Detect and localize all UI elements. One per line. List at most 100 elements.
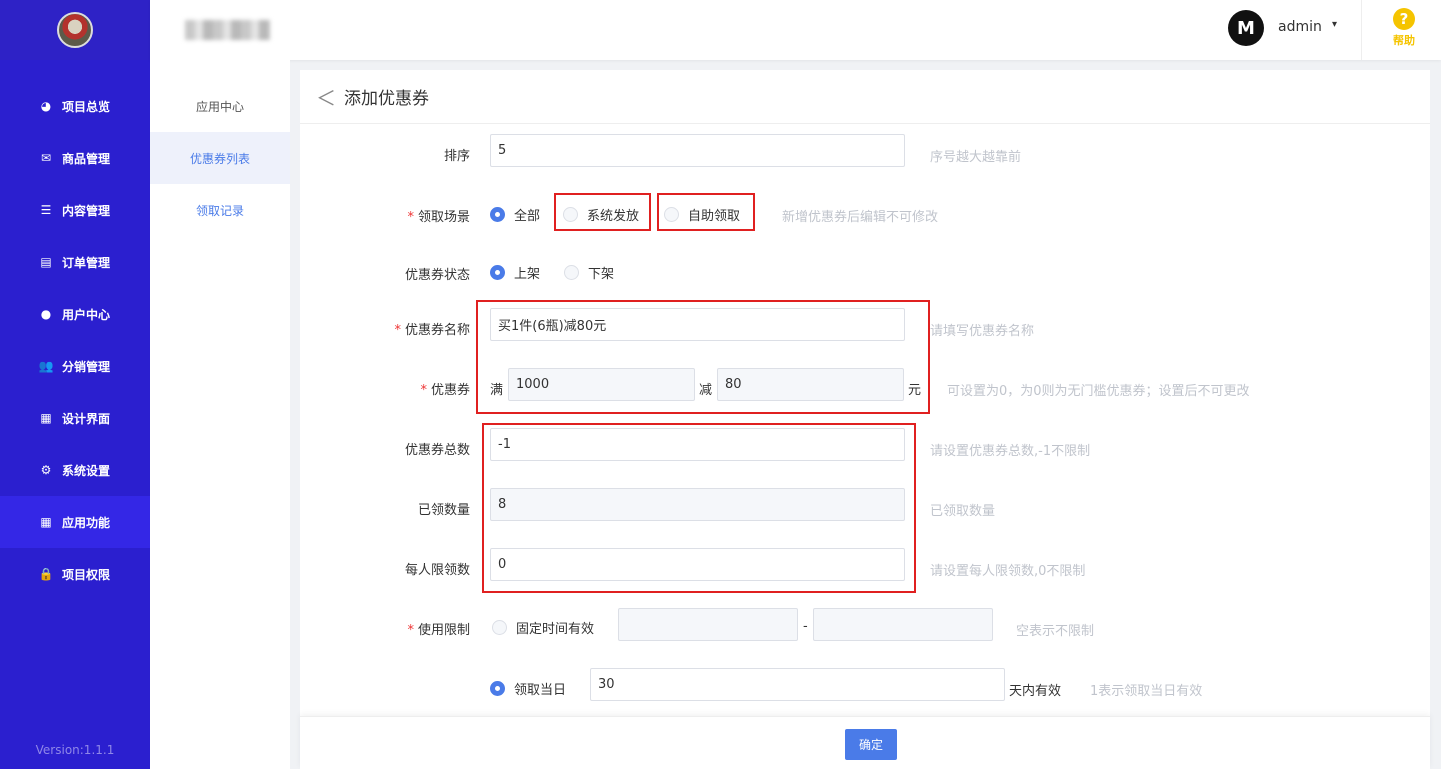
scene-radio-all[interactable]: 全部 xyxy=(490,205,540,224)
name-hint: 请填写优惠券名称 xyxy=(930,324,1035,339)
list-icon: ☰ xyxy=(40,203,52,217)
required-mark: * xyxy=(420,383,427,398)
sidebar-item-label: 项目总览 xyxy=(62,99,111,114)
scene-radio-system[interactable]: 系统发放 xyxy=(563,205,639,224)
sidebar-item-label: 设计界面 xyxy=(62,411,111,426)
logo-area xyxy=(0,0,150,60)
help-label: 帮助 xyxy=(1393,34,1415,47)
panel-header: ＜ 添加优惠券 xyxy=(300,70,1430,124)
radio-unchecked-icon xyxy=(664,207,679,222)
range-separator: - xyxy=(803,619,808,634)
page-title: 添加优惠券 xyxy=(344,89,429,109)
logo[interactable] xyxy=(57,12,93,48)
radio-checked-icon xyxy=(490,681,505,696)
received-label: 已领数量 xyxy=(417,503,470,518)
submenu-item-coupon-list[interactable]: 优惠券列表 xyxy=(150,132,290,184)
radio-label: 系统发放 xyxy=(587,209,640,224)
usage-radio-fixed[interactable]: 固定时间有效 xyxy=(492,618,594,637)
radio-unchecked-icon xyxy=(564,265,579,280)
required-mark: * xyxy=(394,323,401,338)
sidebar-item-design[interactable]: ▦ 设计界面 xyxy=(0,392,150,444)
per-person-label: 每人限领数 xyxy=(404,563,470,578)
sort-input[interactable]: 5 xyxy=(490,134,905,167)
version-label: Version:1.1.1 xyxy=(35,743,115,757)
per-person-hint: 请设置每人限领数,0不限制 xyxy=(930,564,1086,579)
usage-radio-day[interactable]: 领取当日 xyxy=(490,679,566,698)
pie-chart-icon: ◕ xyxy=(40,99,52,113)
status-radio-on[interactable]: 上架 xyxy=(490,263,540,282)
scene-radio-self[interactable]: 自助领取 xyxy=(664,205,740,224)
minus-prefix: 减 xyxy=(699,383,713,398)
coupon-label-text: 优惠券 xyxy=(430,383,470,398)
sidebar-item-label: 分销管理 xyxy=(62,359,111,374)
submenu-item-app-center[interactable]: 应用中心 xyxy=(150,80,290,132)
usage-label: * 使用限制 xyxy=(300,619,470,638)
total-hint: 请设置优惠券总数,-1不限制 xyxy=(930,444,1091,459)
sidebar-item-label: 系统设置 xyxy=(62,463,111,478)
coupon-hint: 可设置为0，为0则为无门槛优惠券；设置后不可更改 xyxy=(947,384,1250,399)
required-mark: * xyxy=(407,210,414,225)
users-icon: 👥 xyxy=(38,359,54,373)
coupon-name-input[interactable]: 买1件(6瓶)减80元 xyxy=(490,308,905,341)
received-hint: 已领取数量 xyxy=(930,504,996,519)
radio-checked-icon xyxy=(490,207,505,222)
sidebar-item-label: 订单管理 xyxy=(62,255,111,270)
total-input[interactable]: -1 xyxy=(490,428,905,461)
envelope-icon: ✉ xyxy=(40,151,52,165)
form-footer: 确定 xyxy=(300,716,1430,769)
sort-hint: 序号越大越靠前 xyxy=(930,150,1022,165)
sidebar-item-overview[interactable]: ◕ 项目总览 xyxy=(0,80,150,132)
blurred-project-title xyxy=(185,20,270,40)
radio-checked-icon xyxy=(490,265,505,280)
discount-input[interactable]: 80 xyxy=(717,368,904,401)
sidebar-item-goods[interactable]: ✉ 商品管理 xyxy=(0,132,150,184)
scene-label: * 领取场景 xyxy=(300,206,470,225)
sub-menu: 应用中心 优惠券列表 领取记录 xyxy=(150,60,290,769)
radio-label: 固定时间有效 xyxy=(516,622,595,637)
radio-label: 自助领取 xyxy=(688,209,741,224)
header-divider xyxy=(1361,0,1362,60)
radio-unchecked-icon xyxy=(492,620,507,635)
per-person-input[interactable]: 0 xyxy=(490,548,905,581)
user-icon: ● xyxy=(40,307,52,321)
usage-label-text: 使用限制 xyxy=(417,623,470,638)
day-hint: 1表示领取当日有效 xyxy=(1090,684,1203,699)
status-radio-off[interactable]: 下架 xyxy=(564,263,614,282)
help-button[interactable]: ? 帮助 xyxy=(1389,8,1419,48)
radio-label: 上架 xyxy=(514,267,541,282)
avatar[interactable]: M xyxy=(1228,10,1264,46)
user-name[interactable]: admin xyxy=(1278,19,1322,35)
sidebar-nav: ◕ 项目总览 ✉ 商品管理 ☰ 内容管理 ▤ 订单管理 ● 用户中心 👥 分销管… xyxy=(0,80,150,600)
start-date-input[interactable] xyxy=(618,608,798,641)
threshold-input[interactable]: 1000 xyxy=(508,368,695,401)
sidebar-item-settings[interactable]: ⚙ 系统设置 xyxy=(0,444,150,496)
sidebar-item-orders[interactable]: ▤ 订单管理 xyxy=(0,236,150,288)
sidebar-item-label: 商品管理 xyxy=(62,151,111,166)
sidebar-item-users[interactable]: ● 用户中心 xyxy=(0,288,150,340)
required-mark: * xyxy=(407,623,414,638)
content-panel: ＜ 添加优惠券 排序 5 序号越大越靠前 * 领取场景 全部 系统发放 自助领取 … xyxy=(300,70,1430,769)
sidebar-item-content[interactable]: ☰ 内容管理 xyxy=(0,184,150,236)
sidebar-item-distribution[interactable]: 👥 分销管理 xyxy=(0,340,150,392)
gear-icon: ⚙ xyxy=(40,463,52,477)
scene-hint: 新增优惠券后编辑不可修改 xyxy=(782,210,939,225)
help-icon: ? xyxy=(1393,8,1415,30)
back-arrow-icon[interactable]: ＜ xyxy=(316,82,336,111)
name-label-text: 优惠券名称 xyxy=(404,323,470,338)
radio-label: 下架 xyxy=(588,267,615,282)
radio-unchecked-icon xyxy=(563,207,578,222)
end-date-input[interactable] xyxy=(813,608,993,641)
sidebar-item-label: 用户中心 xyxy=(62,307,111,322)
coupon-label: * 优惠券 xyxy=(300,379,470,398)
lock-icon: 🔒 xyxy=(38,567,54,581)
sidebar-item-apps[interactable]: ▦ 应用功能 xyxy=(0,496,150,548)
chevron-down-icon[interactable]: ▾ xyxy=(1332,19,1337,30)
received-input[interactable]: 8 xyxy=(490,488,905,521)
confirm-button[interactable]: 确定 xyxy=(845,729,897,760)
radio-label: 全部 xyxy=(514,209,541,224)
scene-label-text: 领取场景 xyxy=(417,210,470,225)
submenu-item-claim-records[interactable]: 领取记录 xyxy=(150,184,290,236)
full-prefix: 满 xyxy=(490,383,504,398)
valid-days-input[interactable]: 30 xyxy=(590,668,1005,701)
sidebar-item-permissions[interactable]: 🔒 项目权限 xyxy=(0,548,150,600)
